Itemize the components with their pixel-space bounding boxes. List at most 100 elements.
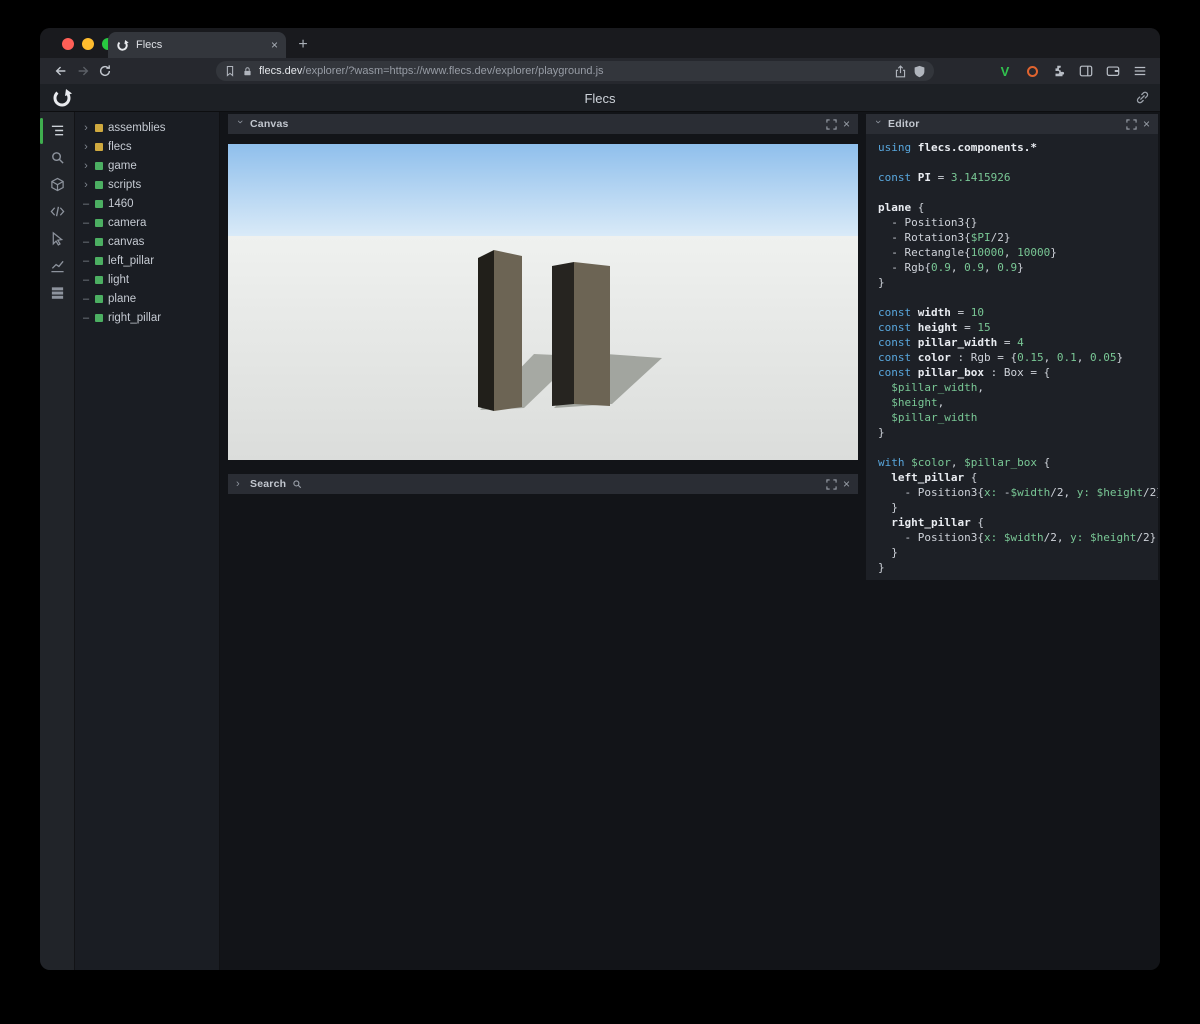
tree-item-canvas[interactable]: – canvas bbox=[75, 232, 219, 251]
close-tab-button[interactable]: × bbox=[271, 39, 278, 51]
tree-item-1460[interactable]: – 1460 bbox=[75, 194, 219, 213]
scene-ground bbox=[228, 236, 858, 460]
expand-panel-icon[interactable] bbox=[826, 478, 837, 490]
tree-item-assemblies[interactable]: › assemblies bbox=[75, 118, 219, 137]
share-icon[interactable] bbox=[894, 64, 907, 78]
extensions-puzzle-icon[interactable] bbox=[1049, 61, 1069, 81]
canvas-panel-header[interactable]: › Canvas × bbox=[228, 114, 858, 134]
close-panel-icon[interactable]: × bbox=[843, 477, 850, 491]
entity-kind-square bbox=[95, 199, 103, 208]
entity-label: assemblies bbox=[108, 121, 166, 134]
right-pillar-mesh bbox=[574, 262, 610, 406]
entity-label: 1460 bbox=[108, 197, 134, 210]
expand-panel-icon[interactable] bbox=[1126, 118, 1137, 130]
tree-item-right_pillar[interactable]: – right_pillar bbox=[75, 308, 219, 327]
left-pillar-mesh bbox=[478, 250, 494, 411]
tab-bar: Flecs × + bbox=[40, 28, 1160, 58]
tree-item-camera[interactable]: – camera bbox=[75, 213, 219, 232]
expand-panel-icon[interactable] bbox=[826, 118, 837, 130]
collapse-chevron-icon[interactable]: › bbox=[236, 478, 244, 490]
editor-panel: › Editor × using flecs.components.* cons… bbox=[866, 114, 1158, 580]
expand-toggle-icon[interactable]: › bbox=[82, 122, 90, 134]
code-line: with $color, $pillar_box { bbox=[878, 456, 1051, 469]
tree-item-game[interactable]: › game bbox=[75, 156, 219, 175]
code-line: const width = 10 bbox=[878, 306, 984, 319]
editor-code[interactable]: using flecs.components.* const PI = 3.14… bbox=[866, 134, 1158, 580]
close-window-button[interactable] bbox=[62, 38, 74, 50]
entity-kind-square bbox=[95, 142, 103, 151]
back-button[interactable] bbox=[50, 61, 72, 81]
tree-item-left_pillar[interactable]: – left_pillar bbox=[75, 251, 219, 270]
code-line: - Position3{x: $width/2, y: $height/2} bbox=[878, 531, 1157, 544]
forward-button[interactable] bbox=[72, 61, 94, 81]
wallet-icon[interactable] bbox=[1103, 61, 1123, 81]
code-icon[interactable] bbox=[47, 201, 67, 221]
search-icon[interactable] bbox=[47, 147, 67, 167]
tree-item-light[interactable]: – light bbox=[75, 270, 219, 289]
code-line: - Rgb{0.9, 0.9, 0.9} bbox=[878, 261, 1024, 274]
toolbar-extensions: V bbox=[995, 61, 1150, 81]
entity-kind-square bbox=[95, 256, 103, 265]
code-line: - Rotation3{$PI/2} bbox=[878, 231, 1011, 244]
collapse-chevron-icon[interactable]: › bbox=[234, 120, 246, 128]
entity-kind-square bbox=[95, 180, 103, 189]
search-panel: › Search × bbox=[228, 474, 858, 494]
canvas-panel-title: Canvas bbox=[250, 118, 289, 130]
bookmark-icon[interactable] bbox=[224, 65, 236, 77]
back-arrow-icon bbox=[55, 66, 66, 76]
entity-kind-square bbox=[95, 237, 103, 246]
url-domain: flecs.dev bbox=[259, 65, 303, 77]
code-line: const color : Rgb = {0.15, 0.1, 0.05} bbox=[878, 351, 1124, 364]
minimize-window-button[interactable] bbox=[82, 38, 94, 50]
stats-chart-icon[interactable] bbox=[47, 255, 67, 275]
tree-item-flecs[interactable]: › flecs bbox=[75, 137, 219, 156]
editor-panel-header[interactable]: › Editor × bbox=[866, 114, 1158, 134]
code-line: left_pillar { bbox=[891, 471, 978, 484]
browser-tab-flecs[interactable]: Flecs × bbox=[108, 32, 286, 58]
menu-icon[interactable] bbox=[1130, 61, 1150, 81]
search-panel-title: Search bbox=[250, 478, 287, 490]
lock-icon[interactable] bbox=[242, 66, 253, 77]
address-bar[interactable]: flecs.dev/explorer/?wasm=https://www.fle… bbox=[216, 61, 934, 81]
expand-toggle-icon[interactable]: › bbox=[82, 160, 90, 172]
expand-toggle-icon[interactable]: › bbox=[82, 141, 90, 153]
code-line: - Rectangle{10000, 10000} bbox=[878, 246, 1057, 259]
entity-label: left_pillar bbox=[108, 254, 155, 267]
tree-icon[interactable] bbox=[47, 120, 67, 140]
code-line: } bbox=[878, 276, 885, 289]
extension-v-icon[interactable]: V bbox=[995, 61, 1015, 81]
expand-toggle-icon[interactable]: › bbox=[82, 179, 90, 191]
code-line: const PI = 3.1415926 bbox=[878, 171, 1011, 184]
tree-item-plane[interactable]: – plane bbox=[75, 289, 219, 308]
code-line: const pillar_box : Box = { bbox=[878, 366, 1051, 379]
code-line: - Position3{} bbox=[878, 216, 978, 229]
search-panel-header[interactable]: › Search × bbox=[228, 474, 858, 494]
link-icon[interactable] bbox=[1135, 90, 1150, 105]
collapse-chevron-icon[interactable]: › bbox=[872, 120, 884, 128]
tab-title: Flecs bbox=[136, 39, 163, 51]
canvas-3d-viewport[interactable] bbox=[228, 144, 858, 460]
brave-shield-icon[interactable] bbox=[913, 65, 926, 78]
url-path: /explorer/?wasm=https://www.flecs.dev/ex… bbox=[302, 65, 604, 77]
entity-label: light bbox=[108, 273, 130, 286]
close-panel-icon[interactable]: × bbox=[843, 117, 850, 131]
code-line: const height = 15 bbox=[878, 321, 991, 334]
inspect-cursor-icon[interactable] bbox=[47, 228, 67, 248]
leaf-bullet-icon: – bbox=[82, 311, 90, 324]
close-panel-icon[interactable]: × bbox=[1143, 117, 1150, 131]
extension-ring-icon[interactable] bbox=[1022, 61, 1042, 81]
reload-button[interactable] bbox=[94, 61, 116, 81]
code-line: const pillar_width = 4 bbox=[878, 336, 1024, 349]
new-tab-button[interactable]: + bbox=[292, 34, 314, 56]
tables-icon[interactable] bbox=[47, 282, 67, 302]
entity-label: right_pillar bbox=[108, 311, 162, 324]
leaf-bullet-icon: – bbox=[82, 235, 90, 248]
scene-cube-icon[interactable] bbox=[47, 174, 67, 194]
sidebar-toggle-icon[interactable] bbox=[1076, 61, 1096, 81]
entity-kind-square bbox=[95, 275, 103, 284]
code-line: } bbox=[878, 561, 885, 574]
entity-label: scripts bbox=[108, 178, 142, 191]
reload-icon bbox=[99, 65, 111, 77]
tree-item-scripts[interactable]: › scripts bbox=[75, 175, 219, 194]
